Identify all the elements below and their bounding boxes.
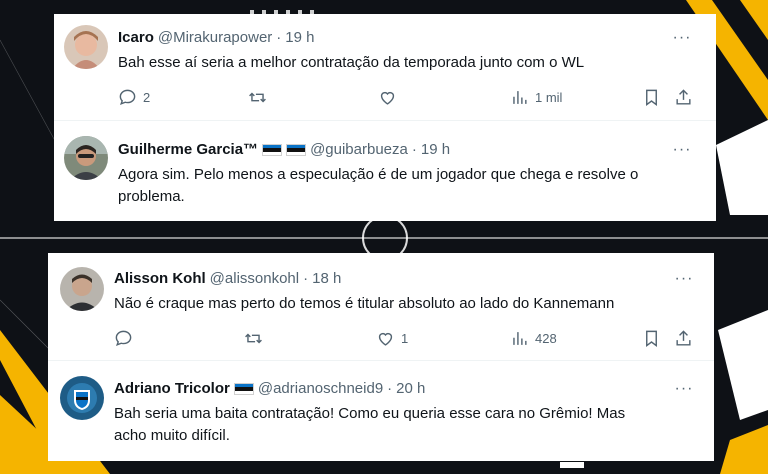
retweet-button[interactable] (244, 329, 269, 348)
flag-emoji-icon (286, 144, 307, 156)
avatar[interactable] (60, 376, 104, 420)
display-name[interactable]: Icaro (118, 28, 154, 48)
more-icon[interactable]: ··· (674, 381, 694, 402)
tweet-text-line-1: Agora sim. Pelo menos a especulação é de… (118, 166, 639, 183)
timestamp[interactable]: 19 h (421, 140, 450, 160)
separator-dot: · (303, 270, 309, 287)
display-name[interactable]: Guilherme Garcia™ (118, 140, 258, 160)
flag-emoji-icon (262, 144, 283, 156)
tweet-icaro[interactable]: Icaro @Mirakurapower · 19 h ··· Bah esse… (54, 14, 716, 121)
tweet-card-bottom: Alisson Kohl @alissonkohl · 18 h ··· Não… (48, 253, 714, 461)
reply-icon (118, 88, 137, 107)
tweet-adriano[interactable]: Adriano Tricolor @adrianoschneid9 · 20 h… (48, 362, 714, 461)
views-icon (510, 329, 529, 348)
bookmark-button[interactable] (642, 329, 661, 348)
tweet-text-line-2: acho muito difícil. (114, 427, 230, 444)
avatar[interactable] (64, 25, 108, 69)
more-icon[interactable]: ··· (672, 30, 692, 51)
bookmark-icon (642, 88, 661, 107)
tweet-header: Guilherme Garcia™ @guibarbueza · 19 h (118, 140, 450, 160)
like-button[interactable]: 1 (376, 329, 408, 348)
tweet-alisson[interactable]: Alisson Kohl @alissonkohl · 18 h ··· Não… (48, 253, 714, 361)
like-icon (376, 329, 395, 348)
tweet-text-line-2: problema. (118, 188, 185, 205)
more-icon[interactable]: ··· (674, 271, 694, 292)
views-count: 1 mil (535, 90, 563, 105)
retweet-button[interactable] (248, 88, 273, 107)
retweet-icon (248, 88, 267, 107)
tweet-header: Icaro @Mirakurapower · 19 h (118, 28, 315, 48)
bookmark-button[interactable] (642, 88, 661, 107)
views-count: 428 (535, 331, 557, 346)
separator-dot: · (276, 29, 282, 46)
more-icon[interactable]: ··· (672, 142, 692, 163)
timestamp[interactable]: 18 h (312, 269, 341, 289)
tweet-actions: 1 428 (114, 329, 704, 351)
timestamp[interactable]: 19 h (285, 28, 314, 48)
separator-dot: · (411, 141, 417, 158)
retweet-icon (244, 329, 263, 348)
flag-emoji-icon (233, 383, 254, 395)
reply-button[interactable] (114, 329, 139, 348)
reply-count: 2 (143, 90, 151, 105)
like-count: 1 (401, 331, 409, 346)
reply-button[interactable]: 2 (118, 88, 150, 107)
share-button[interactable] (674, 88, 693, 107)
display-name[interactable]: Alisson Kohl (114, 269, 206, 289)
tweet-text: Não é craque mas perto do temos é titula… (114, 295, 615, 312)
share-button[interactable] (674, 329, 693, 348)
username[interactable]: @Mirakurapower (158, 28, 272, 48)
share-icon (674, 329, 693, 348)
display-name[interactable]: Adriano Tricolor (114, 379, 230, 399)
tweet-actions: 2 1 mil (118, 88, 698, 110)
tweet-text-line-1: Bah seria uma baita contratação! Como eu… (114, 405, 626, 422)
username[interactable]: @guibarbueza (310, 140, 408, 160)
avatar[interactable] (64, 136, 108, 180)
views-button[interactable]: 428 (510, 329, 557, 348)
tweet-guilherme[interactable]: Guilherme Garcia™ @guibarbueza · 19 h ··… (54, 122, 716, 221)
like-icon (378, 88, 397, 107)
reply-icon (114, 329, 133, 348)
tweet-text: Bah esse aí seria a melhor contratação d… (118, 54, 585, 71)
bookmark-icon (642, 329, 661, 348)
tweet-header: Alisson Kohl @alissonkohl · 18 h (114, 269, 341, 289)
tweet-header: Adriano Tricolor @adrianoschneid9 · 20 h (114, 379, 425, 399)
views-button[interactable]: 1 mil (510, 88, 562, 107)
separator-dot: · (387, 380, 393, 397)
views-icon (510, 88, 529, 107)
share-icon (674, 88, 693, 107)
avatar[interactable] (60, 267, 104, 311)
tweet-card-top: Icaro @Mirakurapower · 19 h ··· Bah esse… (54, 14, 716, 221)
like-button[interactable] (378, 88, 403, 107)
username[interactable]: @alissonkohl (210, 269, 299, 289)
username[interactable]: @adrianoschneid9 (258, 379, 383, 399)
timestamp[interactable]: 20 h (396, 379, 425, 399)
